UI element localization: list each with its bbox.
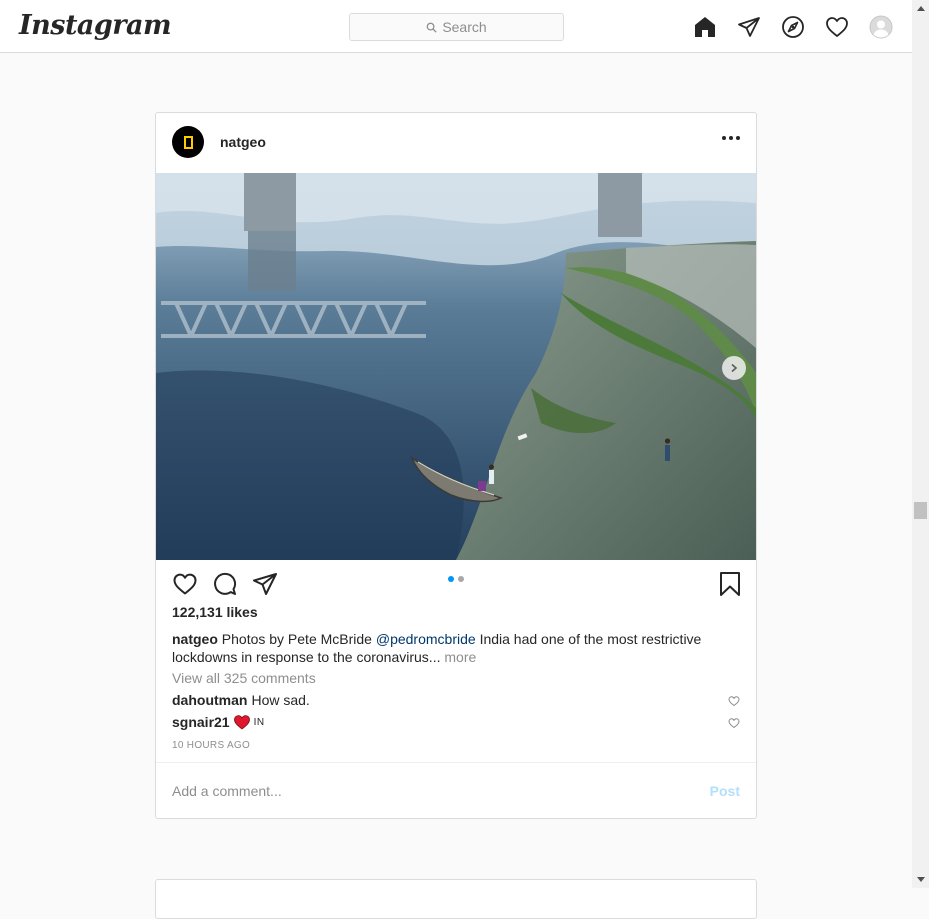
carousel-dot-active bbox=[448, 576, 454, 582]
caption-mention-link[interactable]: @pedromcbride bbox=[376, 631, 476, 647]
activity-heart-icon[interactable] bbox=[825, 15, 849, 39]
red-heart-emoji-icon bbox=[233, 715, 250, 730]
direct-icon[interactable] bbox=[737, 15, 761, 39]
share-direct-icon[interactable] bbox=[252, 571, 278, 597]
comment-like-heart-icon[interactable] bbox=[728, 695, 740, 707]
search-placeholder: Search bbox=[442, 19, 487, 35]
search-icon bbox=[426, 22, 437, 33]
home-icon[interactable] bbox=[693, 15, 717, 39]
post-actions bbox=[172, 571, 278, 597]
comment-username[interactable]: sgnair21 bbox=[172, 714, 230, 730]
scroll-up-arrow-icon[interactable] bbox=[912, 0, 929, 17]
next-feed-post bbox=[155, 879, 757, 919]
carousel-indicator bbox=[448, 576, 464, 582]
caption-text: Photos by Pete McBride bbox=[221, 631, 372, 647]
instagram-logo[interactable]: Instagram bbox=[19, 10, 172, 41]
likes-count[interactable]: 122,131 likes bbox=[172, 604, 258, 620]
comment-item: sgnair21 IN bbox=[172, 714, 265, 730]
comment-text: IN bbox=[253, 716, 265, 728]
profile-avatar-icon[interactable] bbox=[869, 15, 893, 39]
comment-text: How sad. bbox=[251, 692, 310, 708]
post-username[interactable]: natgeo bbox=[220, 134, 266, 150]
view-all-comments-link[interactable]: View all 325 comments bbox=[172, 670, 316, 686]
like-heart-icon[interactable] bbox=[172, 571, 198, 597]
comment-bubble-icon[interactable] bbox=[212, 571, 238, 597]
caption-username[interactable]: natgeo bbox=[172, 631, 218, 647]
carousel-dot bbox=[458, 576, 464, 582]
comment-like-heart-icon[interactable] bbox=[728, 717, 740, 729]
more-options-icon[interactable] bbox=[722, 136, 740, 140]
post-header: natgeo bbox=[156, 113, 756, 173]
add-comment-section: Add a comment... Post bbox=[156, 762, 756, 818]
post-timestamp[interactable]: 10 HOURS AGO bbox=[172, 740, 250, 751]
page-scrollbar[interactable] bbox=[912, 0, 929, 888]
post-comment-button[interactable]: Post bbox=[710, 783, 740, 799]
chevron-right-icon bbox=[731, 363, 738, 373]
scrollbar-thumb[interactable] bbox=[914, 502, 927, 519]
scroll-down-arrow-icon[interactable] bbox=[912, 871, 929, 888]
carousel-next-button[interactable] bbox=[722, 356, 746, 380]
comment-username[interactable]: dahoutman bbox=[172, 692, 247, 708]
post-caption: natgeo Photos by Pete McBride @pedromcbr… bbox=[172, 630, 732, 666]
top-nav: Instagram Search bbox=[0, 0, 912, 53]
natgeo-logo-icon bbox=[183, 135, 193, 149]
feed-post: natgeo 122,131 likes natgeo Photos by Pe… bbox=[155, 112, 757, 819]
explore-icon[interactable] bbox=[781, 15, 805, 39]
post-photo[interactable] bbox=[156, 173, 756, 560]
add-comment-input[interactable]: Add a comment... bbox=[172, 783, 282, 799]
post-author-avatar[interactable] bbox=[172, 126, 204, 158]
comment-item: dahoutman How sad. bbox=[172, 692, 310, 708]
caption-more-link[interactable]: more bbox=[444, 649, 476, 665]
save-bookmark-icon[interactable] bbox=[718, 571, 742, 597]
search-input[interactable]: Search bbox=[349, 13, 564, 41]
